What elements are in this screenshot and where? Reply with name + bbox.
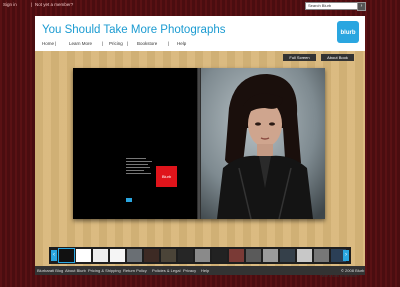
thumb-2[interactable] — [76, 249, 91, 262]
thumb-3[interactable] — [93, 249, 108, 262]
footer-about[interactable]: About Blurb — [65, 268, 86, 273]
portrait-photo — [199, 68, 325, 219]
nav-help[interactable]: Help — [177, 41, 186, 46]
footer-help[interactable]: Help — [201, 268, 209, 273]
nav-sep: | — [55, 41, 57, 46]
footer-blog[interactable]: Blurbarati Blog — [37, 268, 63, 273]
thumb-11[interactable] — [229, 249, 244, 262]
thumb-16[interactable] — [314, 249, 329, 262]
thumb-10[interactable] — [212, 249, 227, 262]
nav-pricing[interactable]: Pricing — [109, 41, 123, 46]
book-spread[interactable]: Blurb — [73, 68, 325, 219]
blurb-logo[interactable]: blurb — [337, 21, 359, 43]
search-go-button[interactable]: › — [357, 2, 366, 11]
footer-policies-legal[interactable]: Policies & Legal — [152, 268, 180, 273]
thumb-7[interactable] — [161, 249, 176, 262]
book-viewer: Full Screen About Book Blurb ‹ › Have a … — [35, 51, 365, 278]
sign-in-link[interactable]: Sign in — [3, 2, 17, 7]
thumb-9[interactable] — [195, 249, 210, 262]
header: You Should Take More Photographs blurb H… — [35, 16, 365, 49]
footer-privacy[interactable]: Privacy — [183, 268, 196, 273]
nav-bookstore[interactable]: Bookstore — [137, 41, 157, 46]
nav-sep: | — [168, 41, 170, 46]
search-input[interactable]: Search Blurb — [305, 2, 364, 10]
thumbnail-strip: ‹ › — [49, 247, 351, 264]
footer-pricing-shipping[interactable]: Pricing & Shipping — [88, 268, 121, 273]
top-bar: Sign in | Not yet a member? Search Blurb… — [0, 0, 400, 11]
footer-copyright: © 2008 Blurb — [341, 268, 365, 273]
not-member-link[interactable]: Not yet a member? — [35, 2, 73, 7]
nav-learn-more[interactable]: Learn More — [69, 41, 92, 46]
thumb-4[interactable] — [110, 249, 125, 262]
nav-home[interactable]: Home — [42, 41, 54, 46]
nav-sep: | — [102, 41, 104, 46]
right-page-photo[interactable] — [199, 68, 325, 219]
thumb-5[interactable] — [127, 249, 142, 262]
main-nav: Home | Learn More | Pricing | Bookstore … — [35, 40, 335, 49]
thumb-15[interactable] — [297, 249, 312, 262]
footer: Blurbarati Blog About Blurb Pricing & Sh… — [35, 266, 365, 275]
page-title: You Should Take More Photographs — [42, 24, 226, 36]
thumb-13[interactable] — [263, 249, 278, 262]
nav-sep: | — [127, 41, 129, 46]
book-spine — [197, 68, 201, 219]
footer-return-policy[interactable]: Return Policy — [123, 268, 147, 273]
main-panel: You Should Take More Photographs blurb H… — [35, 16, 365, 278]
about-book-button[interactable]: About Book — [321, 54, 354, 61]
separator: | — [31, 2, 33, 7]
thumb-8[interactable] — [178, 249, 193, 262]
colophon-text — [126, 158, 154, 188]
thumb-1[interactable] — [58, 248, 75, 263]
red-logo-box: Blurb — [156, 166, 177, 187]
left-page[interactable]: Blurb — [73, 68, 199, 219]
thumb-6[interactable] — [144, 249, 159, 262]
thumb-12[interactable] — [246, 249, 261, 262]
next-arrow-icon[interactable]: › — [343, 250, 349, 261]
thumb-14[interactable] — [280, 249, 295, 262]
small-blurb-icon — [126, 198, 132, 202]
prev-arrow-icon[interactable]: ‹ — [51, 250, 57, 261]
full-screen-button[interactable]: Full Screen — [283, 54, 316, 61]
